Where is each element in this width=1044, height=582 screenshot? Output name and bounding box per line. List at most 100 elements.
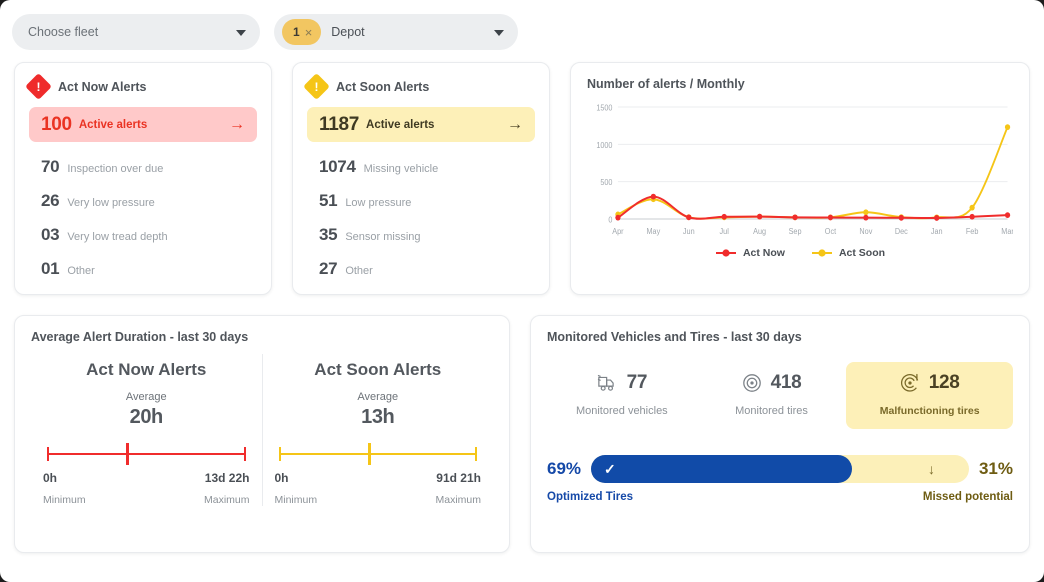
list-item[interactable]: 27 Other [307, 252, 535, 286]
range-cap-min [47, 447, 49, 461]
chart-y-tick-label: 500 [600, 178, 612, 187]
stat-malfunctioning-tires-value: 128 [928, 372, 960, 393]
stat-monitored-tires-caption: Monitored tires [735, 405, 808, 417]
duration-act-soon-average-value: 13h [361, 406, 395, 428]
range-cap-max [243, 447, 246, 461]
stat-monitored-vehicles-value: 77 [626, 372, 648, 393]
progress-left-caption[interactable]: Optimized Tires [547, 491, 633, 503]
list-item[interactable]: 35 Sensor missing [307, 218, 535, 252]
chart-data-point [863, 209, 869, 216]
legend-swatch-act-soon [811, 249, 832, 257]
depot-chip-count: 1 [293, 25, 300, 39]
act-soon-row-3-label: Other [345, 265, 373, 277]
act-now-alerts-card: ! Act Now Alerts 100 Active alerts → 70 … [14, 62, 272, 295]
act-soon-row-1-value: 51 [319, 191, 338, 210]
chart-data-point [969, 204, 975, 211]
chart-x-tick-label: Sep [789, 227, 802, 236]
act-now-row-0-value: 70 [41, 157, 60, 176]
chart-x-tick-label: Nov [859, 227, 872, 236]
legend-swatch-act-now [715, 249, 736, 257]
chart-data-point [1004, 212, 1011, 219]
act-soon-active-alerts-row[interactable]: 1187 Active alerts → [307, 107, 535, 142]
page-title: Number of alerts / Monthly [587, 77, 745, 91]
progress-fill: ✓ [591, 455, 852, 483]
chart-data-point [792, 214, 798, 221]
act-now-row-2-value: 03 [41, 225, 60, 244]
chart-data-point [756, 213, 763, 220]
arrow-right-icon[interactable]: → [229, 116, 245, 133]
tire-icon [742, 374, 761, 392]
chart-data-point [863, 214, 869, 221]
range-marker-average [367, 443, 371, 465]
close-icon[interactable]: × [305, 26, 313, 39]
fleet-select-value: Choose fleet [28, 25, 99, 39]
progress-right-percent: 31% [978, 459, 1013, 478]
duration-act-soon-min-value: 0h [274, 471, 289, 485]
chart-x-tick-label: Dec [895, 227, 908, 236]
act-now-row-0-label: Inspection over due [67, 163, 164, 175]
stat-malfunctioning-tires-caption: Malfunctioning tires [879, 405, 980, 417]
chart-data-point [898, 214, 904, 221]
act-now-active-label: Active alerts [78, 118, 148, 131]
depot-select[interactable]: 1 × Depot [274, 14, 518, 50]
chart-data-point [934, 215, 940, 221]
legend-item-act-soon[interactable]: Act Soon [811, 247, 885, 259]
duration-col-act-now: Act Now Alerts Average 20h 0h 13d 22h Mi… [31, 354, 263, 506]
act-soon-row-3-value: 27 [319, 259, 338, 278]
dashboard-root: Choose fleet 1 × Depot ! Act Now Alerts … [0, 0, 1044, 582]
list-item[interactable]: 03 Very low tread depth [29, 218, 257, 252]
chart-data-point [1004, 124, 1011, 131]
act-soon-active-label: Active alerts [366, 118, 435, 131]
chart-x-tick-label: Aug [753, 227, 766, 236]
chart-x-tick-label: Apr [612, 227, 624, 236]
act-soon-row-0-value: 1074 [319, 157, 356, 176]
alert-diamond-icon: ! [303, 73, 330, 100]
legend-label-act-soon: Act Soon [838, 247, 886, 259]
chart-data-point [686, 214, 692, 221]
chart-data-point [615, 214, 621, 221]
chart-x-tick-label: Jun [683, 227, 695, 236]
list-item[interactable]: 1074 Missing vehicle [307, 150, 535, 184]
stat-monitored-vehicles-caption: Monitored vehicles [575, 405, 668, 417]
duration-act-soon-min-caption: Minimum [274, 494, 318, 506]
act-now-header: ! Act Now Alerts [25, 73, 257, 100]
range-cap-min [278, 447, 281, 461]
act-soon-row-2-value: 35 [319, 225, 338, 244]
act-now-active-alerts-row[interactable]: 100 Active alerts → [29, 107, 257, 142]
chart-svg: 0 500 1000 1500 Apr May Jun Jul Aug Sep Oct Nov Dec J… [596, 103, 1014, 236]
act-soon-active-value: 1187 [319, 113, 360, 135]
duration-act-now-max-value: 13d 22h [204, 471, 250, 485]
act-now-row-1-label: Very low pressure [67, 197, 155, 209]
duration-act-soon-average-label: Average [357, 391, 399, 403]
alerts-monthly-chart-card: Number of alerts / Monthly 0 500 1000 1500 A… [570, 62, 1030, 295]
range-cap-max [475, 447, 477, 461]
list-item[interactable]: 51 Low pressure [307, 184, 535, 218]
chart-data-point [650, 193, 657, 200]
duration-col-act-soon: Act Soon Alerts Average 13h 0h 91d 21h M… [263, 354, 494, 506]
progress-track: ✓ ↓ [591, 455, 969, 483]
list-item[interactable]: 26 Very low pressure [29, 184, 257, 218]
list-item[interactable]: 01 Other [29, 252, 257, 286]
act-soon-title: Act Soon Alerts [336, 79, 430, 94]
list-item[interactable]: 70 Inspection over due [29, 150, 257, 184]
fleet-select[interactable]: Choose fleet [12, 14, 260, 50]
depot-filter-chip[interactable]: 1 × [282, 19, 322, 45]
range-bar [278, 453, 477, 455]
duration-act-soon-max-value: 91d 21h [436, 471, 481, 485]
stat-monitored-vehicles: 77 Monitored vehicles [547, 362, 697, 429]
arrow-right-icon[interactable]: → [507, 116, 523, 133]
truck-icon [597, 374, 614, 391]
act-now-title: Act Now Alerts [58, 79, 147, 94]
chart-x-tick-label: Jul [720, 227, 730, 236]
progress-left-percent: 69% [547, 459, 582, 478]
duration-act-soon-title: Act Soon Alerts [314, 360, 442, 379]
chart-x-tick-label: Mar [1001, 227, 1013, 236]
monitored-card-title: Monitored Vehicles and Tires - last 30 d… [547, 330, 802, 344]
filter-bar: Choose fleet 1 × Depot [0, 0, 1044, 50]
chart-data-point [721, 213, 727, 220]
duration-act-soon-max-caption: Maximum [435, 494, 481, 506]
duration-act-now-max-caption: Maximum [203, 494, 250, 506]
act-soon-row-0-label: Missing vehicle [363, 163, 439, 175]
legend-item-act-now[interactable]: Act Now [715, 247, 785, 259]
top-row: ! Act Now Alerts 100 Active alerts → 70 … [0, 50, 1044, 295]
